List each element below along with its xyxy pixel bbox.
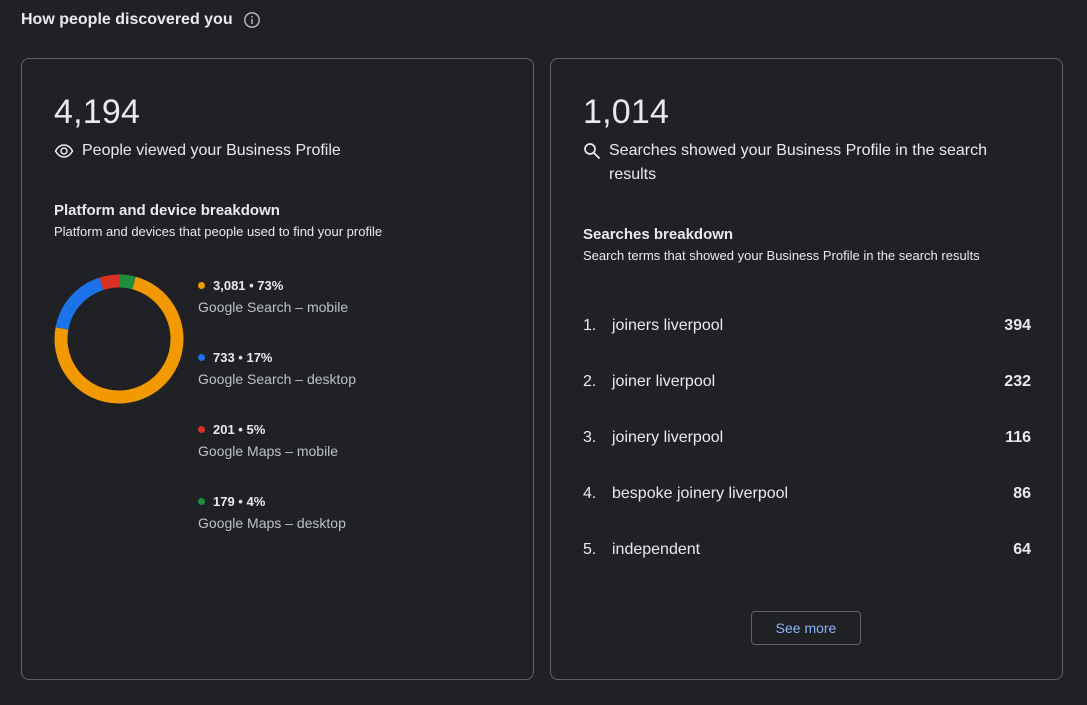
legend-dot: [198, 282, 205, 289]
search-term-row: 3. joinery liverpool 116: [583, 429, 1031, 447]
breakdown-title: Platform and device breakdown: [54, 202, 280, 219]
term-text: joiner liverpool: [612, 373, 716, 390]
searches-count: 1,014: [583, 93, 670, 131]
see-more-button[interactable]: See more: [751, 611, 861, 645]
device-donut-chart: [54, 274, 184, 404]
legend-value: 179 • 4%: [213, 494, 266, 509]
search-term-row: 4. bespoke joinery liverpool 86: [583, 485, 1031, 503]
donut-segment-2: [55, 277, 104, 330]
views-label: People viewed your Business Profile: [82, 142, 341, 159]
searches-metric: Searches showed your Business Profile in…: [583, 139, 1013, 187]
term-rank: 5.: [583, 541, 597, 558]
term-count: 116: [1005, 429, 1031, 446]
term-count: 64: [1013, 541, 1031, 558]
legend-dot: [198, 498, 205, 505]
searches-breakdown-title: Searches breakdown: [583, 226, 734, 243]
eye-icon: [54, 142, 74, 165]
term-text: independent: [612, 541, 701, 558]
term-count: 86: [1013, 485, 1031, 502]
section-title: How people discovered you: [21, 11, 233, 28]
term-text: bespoke joinery liverpool: [612, 485, 789, 502]
legend-value: 3,081 • 73%: [213, 278, 284, 293]
views-metric: People viewed your Business Profile: [54, 139, 341, 165]
donut-segment-3: [99, 274, 120, 291]
legend-value: 733 • 17%: [213, 350, 273, 365]
search-term-row: 5. independent 64: [583, 541, 1031, 559]
legend-item: 3,081 • 73% Google Search – mobile: [198, 278, 478, 315]
section-header: How people discovered you: [21, 11, 261, 29]
term-rank: 2.: [583, 373, 597, 390]
term-text: joinery liverpool: [612, 429, 724, 446]
searches-breakdown-subtitle: Search terms that showed your Business P…: [583, 248, 980, 263]
legend-item: 733 • 17% Google Search – desktop: [198, 350, 478, 387]
donut-segment-4: [119, 274, 136, 290]
search-term-row: 1. joiners liverpool 394: [583, 317, 1031, 335]
legend-name: Google Maps – desktop: [198, 515, 346, 531]
legend-item: 201 • 5% Google Maps – mobile: [198, 422, 478, 459]
search-icon: [583, 142, 601, 165]
search-term-row: 2. joiner liverpool 232: [583, 373, 1031, 391]
term-count: 232: [1004, 373, 1031, 390]
searches-card: 1,014 Searches showed your Business Prof…: [550, 58, 1063, 680]
info-icon[interactable]: [243, 11, 261, 29]
legend-item: 179 • 4% Google Maps – desktop: [198, 494, 478, 531]
legend-name: Google Search – desktop: [198, 371, 356, 387]
term-rank: 4.: [583, 485, 597, 502]
legend-dot: [198, 426, 205, 433]
legend-name: Google Search – mobile: [198, 299, 349, 315]
searches-label: Searches showed your Business Profile in…: [609, 142, 987, 183]
term-count: 394: [1004, 317, 1031, 334]
term-rank: 3.: [583, 429, 597, 446]
term-text: joiners liverpool: [612, 317, 724, 334]
views-count: 4,194: [54, 93, 141, 131]
term-rank: 1.: [583, 317, 597, 334]
legend-value: 201 • 5%: [213, 422, 266, 437]
breakdown-subtitle: Platform and devices that people used to…: [54, 224, 383, 239]
views-card: 4,194 People viewed your Business Profil…: [21, 58, 534, 680]
legend-dot: [198, 354, 205, 361]
legend-name: Google Maps – mobile: [198, 443, 339, 459]
